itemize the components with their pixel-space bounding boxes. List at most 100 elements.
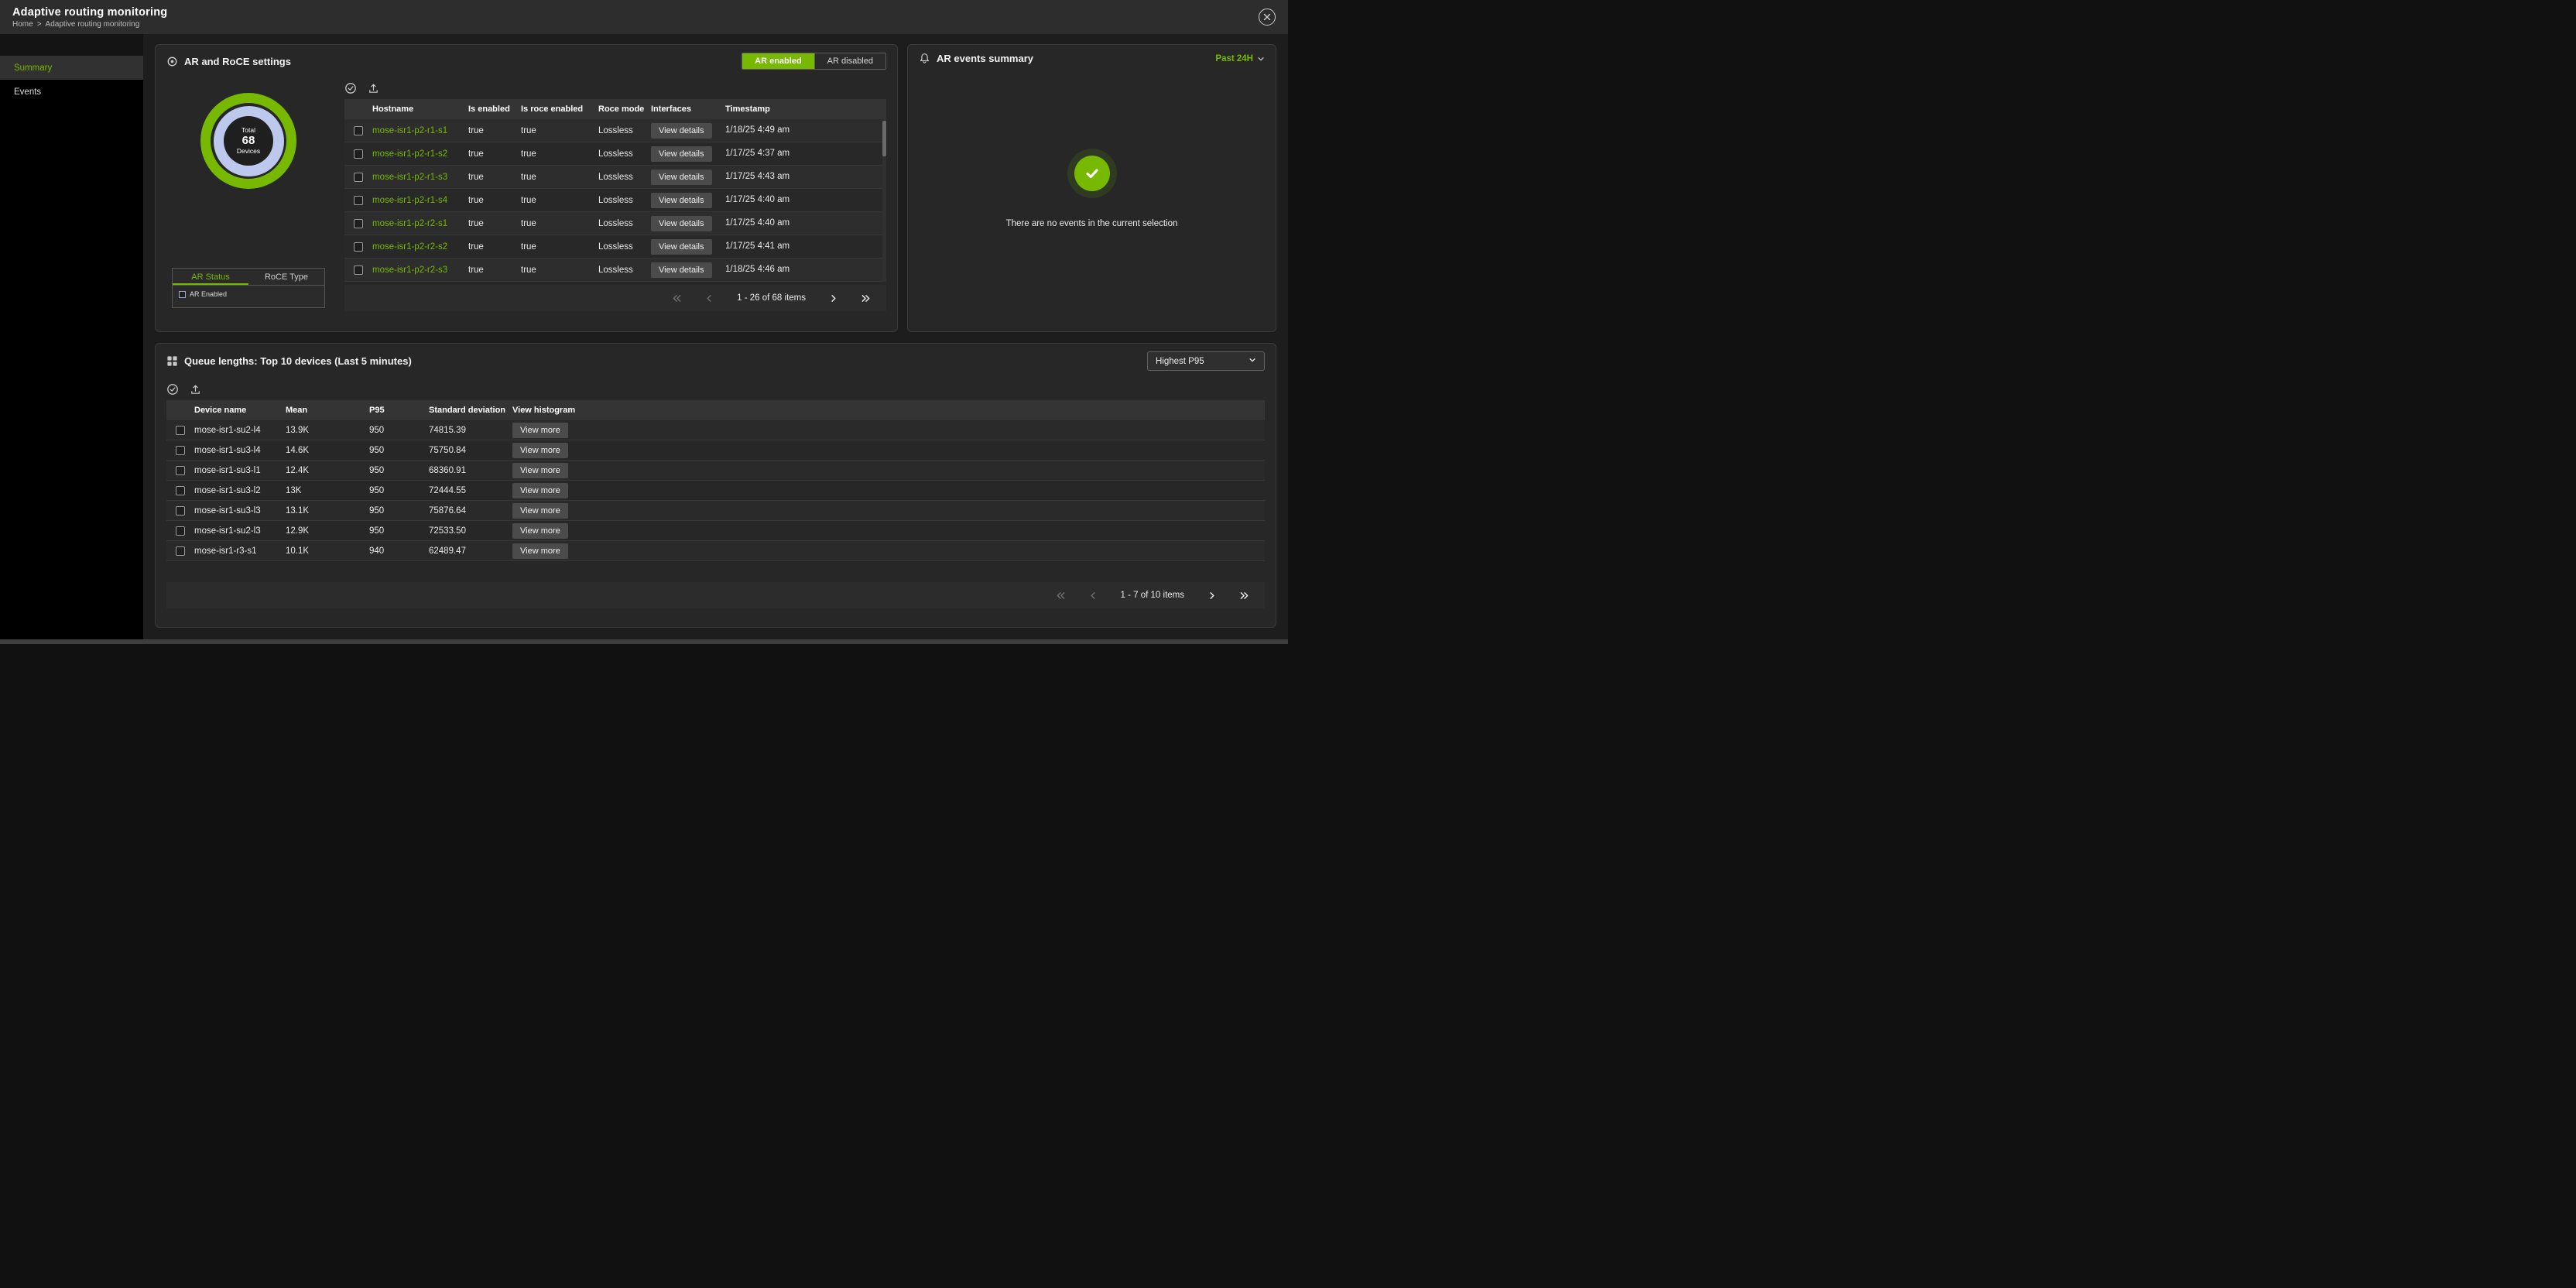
view-details-button[interactable]: View details: [651, 238, 712, 255]
view-more-button[interactable]: View more: [512, 482, 568, 498]
ar-enabled-toggle[interactable]: AR enabled: [742, 53, 814, 69]
prev-page-icon[interactable]: [705, 294, 714, 303]
ar-disabled-toggle[interactable]: AR disabled: [814, 53, 886, 69]
sort-dropdown[interactable]: Highest P95: [1147, 351, 1265, 371]
prev-page-icon[interactable]: [1089, 591, 1098, 600]
row-checkbox[interactable]: [354, 195, 363, 205]
col-is-roce-enabled: Is roce enabled: [521, 104, 584, 114]
horizontal-scrollbar[interactable]: [0, 639, 1288, 644]
close-icon[interactable]: [1259, 9, 1276, 26]
queue-panel-header: Queue lengths: Top 10 devices (Last 5 mi…: [156, 344, 1276, 379]
table-row[interactable]: mose-isr1-p2-r2-s2 true true Lossless Vi…: [344, 235, 886, 259]
hostname-link[interactable]: mose-isr1-p2-r2-s3: [372, 265, 447, 275]
ar-panel-header: AR and RoCE settings AR enabled AR disab…: [156, 45, 897, 77]
sidebar-item-summary[interactable]: Summary: [0, 56, 143, 80]
col-standard-deviation: Standard deviation: [429, 406, 506, 415]
select-all-icon[interactable]: [166, 383, 179, 396]
mean-cell: 13.1K: [286, 505, 310, 516]
table-row[interactable]: mose-isr1-p2-r1-s1 true true Lossless Vi…: [344, 119, 886, 142]
table-row[interactable]: mose-isr1-su3-l1 12.4K 950 68360.91 View…: [166, 461, 1265, 481]
sidebar-item-events[interactable]: Events: [0, 80, 143, 104]
select-all-icon[interactable]: [344, 82, 357, 94]
row-checkbox[interactable]: [354, 172, 363, 182]
hostname-link[interactable]: mose-isr1-p2-r1-s4: [372, 196, 447, 205]
table-row[interactable]: mose-isr1-su3-l4 14.6K 950 75750.84 View…: [166, 440, 1265, 461]
p95-cell: 950: [369, 526, 385, 536]
hostname-link[interactable]: mose-isr1-p2-r1-s3: [372, 173, 447, 182]
std-deviation-cell: 72533.50: [429, 526, 466, 536]
device-name-cell: mose-isr1-su3-l3: [194, 505, 261, 516]
col-hostname: Hostname: [372, 104, 414, 114]
breadcrumb-home[interactable]: Home: [12, 20, 33, 29]
view-more-button[interactable]: View more: [512, 442, 568, 458]
ar-toggle-group: AR enabled AR disabled: [742, 53, 886, 70]
table-row[interactable]: mose-isr1-r3-s1 10.1K 940 62489.47 View …: [166, 541, 1265, 561]
first-page-icon[interactable]: [1056, 591, 1066, 600]
device-name-cell: mose-isr1-su2-l3: [194, 526, 261, 536]
table-row[interactable]: mose-isr1-p2-r1-s4 true true Lossless Vi…: [344, 189, 886, 212]
table-row[interactable]: mose-isr1-su2-l4 13.9K 950 74815.39 View…: [166, 420, 1265, 440]
view-more-button[interactable]: View more: [512, 522, 568, 539]
legend-item-ar-enabled[interactable]: AR Enabled: [179, 290, 318, 298]
mean-cell: 13K: [286, 485, 302, 495]
table-row[interactable]: mose-isr1-p2-r2-s1 true true Lossless Vi…: [344, 212, 886, 235]
export-icon[interactable]: [368, 83, 379, 94]
view-details-button[interactable]: View details: [651, 146, 712, 162]
table-row[interactable]: mose-isr1-p2-r2-s3 true true Lossless Vi…: [344, 259, 886, 282]
time-range-dropdown[interactable]: Past 24H: [1215, 54, 1265, 63]
hostname-link[interactable]: mose-isr1-p2-r1-s2: [372, 149, 447, 159]
timestamp-cell: 1/17/25 4:43 am: [725, 172, 790, 182]
main-content: AR and RoCE settings AR enabled AR disab…: [143, 34, 1288, 639]
next-page-icon[interactable]: [1208, 591, 1216, 600]
device-name-cell: mose-isr1-su2-l4: [194, 425, 261, 435]
row-checkbox[interactable]: [176, 425, 185, 435]
table-row[interactable]: mose-isr1-p2-r1-s3 true true Lossless Vi…: [344, 166, 886, 189]
view-more-button[interactable]: View more: [512, 462, 568, 478]
table-row[interactable]: mose-isr1-su3-l3 13.1K 950 75876.64 View…: [166, 501, 1265, 521]
row-checkbox[interactable]: [354, 149, 363, 159]
row-checkbox[interactable]: [176, 485, 185, 495]
row-checkbox[interactable]: [354, 125, 363, 135]
row-checkbox[interactable]: [354, 242, 363, 252]
hostname-link[interactable]: mose-isr1-p2-r2-s2: [372, 242, 447, 252]
view-details-button[interactable]: View details: [651, 215, 712, 231]
view-more-button[interactable]: View more: [512, 422, 568, 438]
next-page-icon[interactable]: [829, 294, 838, 303]
first-page-icon[interactable]: [672, 294, 682, 303]
row-checkbox[interactable]: [176, 546, 185, 556]
hostname-link[interactable]: mose-isr1-p2-r1-s1: [372, 126, 447, 135]
pagination-label: 1 - 7 of 10 items: [1120, 591, 1184, 600]
table-row[interactable]: mose-isr1-su2-l3 12.9K 950 72533.50 View…: [166, 521, 1265, 541]
pagination-label: 1 - 26 of 68 items: [737, 293, 806, 303]
timestamp-cell: 1/18/25 4:49 am: [725, 125, 790, 135]
table-scrollbar-thumb[interactable]: [882, 121, 886, 156]
row-checkbox[interactable]: [354, 218, 363, 228]
last-page-icon[interactable]: [1239, 591, 1249, 600]
export-icon[interactable]: [190, 384, 201, 396]
table-scrollbar[interactable]: [882, 119, 886, 282]
row-checkbox[interactable]: [176, 505, 185, 516]
view-details-button[interactable]: View details: [651, 262, 712, 278]
legend-checkbox[interactable]: [179, 290, 186, 298]
is-roce-enabled-cell: true: [521, 242, 536, 252]
table-row[interactable]: mose-isr1-p2-r1-s2 true true Lossless Vi…: [344, 142, 886, 166]
is-roce-enabled-cell: true: [521, 218, 536, 228]
view-details-button[interactable]: View details: [651, 192, 712, 208]
tab-ar-status[interactable]: AR Status: [173, 269, 248, 285]
time-range-value: Past 24H: [1215, 53, 1253, 63]
roce-mode-cell: Lossless: [598, 172, 633, 182]
last-page-icon[interactable]: [861, 294, 871, 303]
tab-roce-type[interactable]: RoCE Type: [248, 269, 324, 285]
view-more-button[interactable]: View more: [512, 543, 568, 559]
row-checkbox[interactable]: [354, 265, 363, 275]
view-more-button[interactable]: View more: [512, 502, 568, 519]
hostname-link[interactable]: mose-isr1-p2-r2-s1: [372, 219, 447, 228]
table-row[interactable]: mose-isr1-su3-l2 13K 950 72444.55 View m…: [166, 481, 1265, 501]
view-details-button[interactable]: View details: [651, 169, 712, 185]
row-checkbox[interactable]: [176, 526, 185, 536]
row-checkbox[interactable]: [176, 465, 185, 475]
row-checkbox[interactable]: [176, 445, 185, 455]
view-details-button[interactable]: View details: [651, 122, 712, 139]
is-enabled-cell: true: [468, 172, 484, 182]
is-enabled-cell: true: [468, 218, 484, 228]
